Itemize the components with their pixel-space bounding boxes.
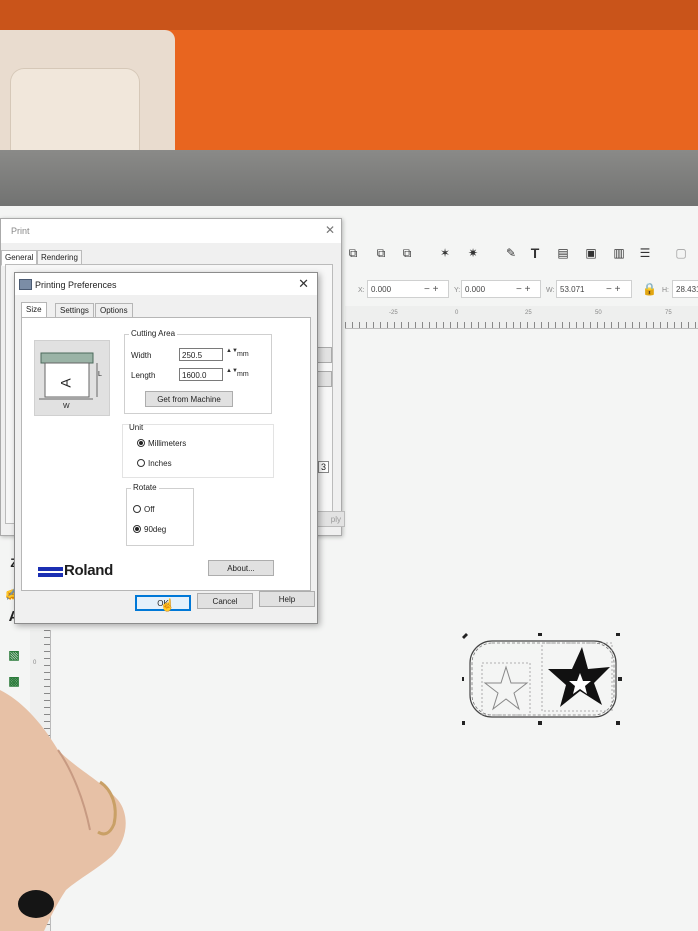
h-label: H:: [662, 287, 669, 294]
unit-label: Unit: [129, 423, 144, 432]
about-button[interactable]: About...: [208, 560, 274, 576]
length-input[interactable]: 1600.0: [179, 368, 223, 381]
rotate-90-label[interactable]: 90deg: [144, 525, 166, 534]
size-panel: A L W Cutting Area Width 250.5 ▲▼ mm Len…: [21, 317, 311, 591]
close-icon[interactable]: ✕: [325, 223, 335, 237]
print-copies[interactable]: 3: [318, 461, 330, 473]
print-title: Print: [11, 226, 30, 236]
node-icon[interactable]: ✶: [438, 246, 452, 260]
hollow-star-box: [481, 662, 531, 716]
editor-toolbar: ⧉ ⧉ ⧉ ✶ ✷ ✎ T ▤ ▣ ▥ ☰ ▢: [340, 246, 698, 274]
cutting-area-label: Cutting Area: [129, 329, 178, 338]
rotate-90-radio[interactable]: [133, 525, 141, 533]
group-icon[interactable]: ⧉: [374, 246, 388, 260]
width-label: Width: [131, 351, 152, 360]
light-switch-button: [10, 68, 140, 160]
ruler-label: 0: [33, 660, 37, 666]
preferences-icon[interactable]: ☰: [638, 246, 652, 260]
inches-label[interactable]: Inches: [148, 459, 172, 468]
w-label: W:: [546, 287, 555, 294]
lock-ratio-icon[interactable]: 🔒: [642, 282, 657, 296]
w-input[interactable]: 53.071: [556, 280, 632, 298]
layers-icon[interactable]: ▤: [556, 246, 570, 260]
horizontal-ruler: -25 0 25 50 75: [345, 306, 698, 329]
y-label: Y:: [454, 287, 461, 294]
cancel-button[interactable]: Cancel: [197, 593, 253, 609]
unit-group: Unit Millimeters Inches: [122, 423, 274, 478]
trace-tool-icon[interactable]: ▩: [4, 674, 24, 692]
export-icon[interactable]: ▣: [584, 246, 598, 260]
hollow-star: [483, 665, 529, 711]
inches-radio[interactable]: [137, 459, 145, 467]
mouse-cursor-icon: ☝: [160, 598, 175, 612]
coordinates-bar: X: 0.000 − + Y: 0.000 − + W: 53.071 − + …: [340, 278, 698, 302]
transform-icon[interactable]: ✷: [466, 246, 480, 260]
zoom-icon[interactable]: ▢: [674, 246, 688, 260]
ruler-label: 0: [455, 310, 459, 316]
media-orientation-graphic: A L W: [34, 340, 110, 416]
close-icon[interactable]: ✕: [298, 276, 309, 292]
ungroup-icon[interactable]: ⧉: [400, 246, 414, 260]
rotate-group: Rotate Off 90deg: [126, 483, 194, 546]
length-spinner[interactable]: ▲▼: [226, 368, 238, 381]
ruler-label: 25: [525, 310, 532, 316]
graphic-length-letter: L: [98, 371, 102, 378]
print-titlebar: Print ✕: [1, 219, 341, 243]
text-tool-icon[interactable]: T: [528, 246, 542, 260]
graphic-letter: A: [57, 378, 74, 388]
selected-artwork[interactable]: [462, 633, 622, 725]
width-spinner[interactable]: ▲▼: [226, 348, 238, 361]
ruler-ticks: [44, 630, 50, 931]
align-icon[interactable]: ⧉: [346, 246, 360, 260]
ruler-label: 75: [665, 310, 672, 316]
print-side-button[interactable]: [316, 371, 332, 387]
pp-title: Printing Preferences: [35, 280, 117, 290]
millimeters-label[interactable]: Millimeters: [148, 439, 186, 448]
length-label: Length: [131, 371, 156, 380]
ruler-ticks: [345, 322, 698, 328]
panel-icon[interactable]: ▥: [612, 246, 626, 260]
print-side-button[interactable]: [316, 347, 332, 363]
vertical-ruler: 0: [30, 630, 51, 931]
x-stepper[interactable]: − +: [424, 284, 438, 295]
pp-titlebar: Printing Preferences ✕: [15, 273, 317, 295]
help-button[interactable]: Help: [259, 591, 315, 607]
y-stepper[interactable]: − +: [516, 284, 530, 295]
ruler-label: 50: [595, 310, 602, 316]
monitor-bezel: [0, 150, 698, 212]
ruler-label: -25: [389, 310, 398, 316]
rotate-off-radio[interactable]: [133, 505, 141, 513]
width-input[interactable]: 250.5: [179, 348, 223, 361]
roland-logo-icon: [38, 567, 63, 577]
printing-preferences-dialog: Printing Preferences ✕ Size Settings Opt…: [14, 272, 318, 624]
roland-wordmark: Roland: [64, 562, 114, 579]
cutting-area-group: Cutting Area Width 250.5 ▲▼ mm Length 16…: [124, 329, 272, 414]
rotate-label: Rotate: [131, 483, 159, 492]
w-stepper[interactable]: − +: [606, 284, 620, 295]
x-label: X:: [358, 287, 365, 294]
width-unit: mm: [237, 351, 249, 358]
length-unit: mm: [237, 371, 249, 378]
graphic-width-letter: W: [63, 403, 70, 410]
h-input[interactable]: 28.431: [672, 280, 698, 298]
rotate-off-label[interactable]: Off: [144, 505, 155, 514]
edit-icon[interactable]: ✎: [504, 246, 518, 260]
image-tool-icon[interactable]: ▧: [4, 648, 24, 666]
get-from-machine-button[interactable]: Get from Machine: [145, 391, 233, 407]
millimeters-radio[interactable]: [137, 439, 145, 447]
wall-top-shadow: [0, 0, 698, 30]
printer-icon: [19, 279, 32, 290]
